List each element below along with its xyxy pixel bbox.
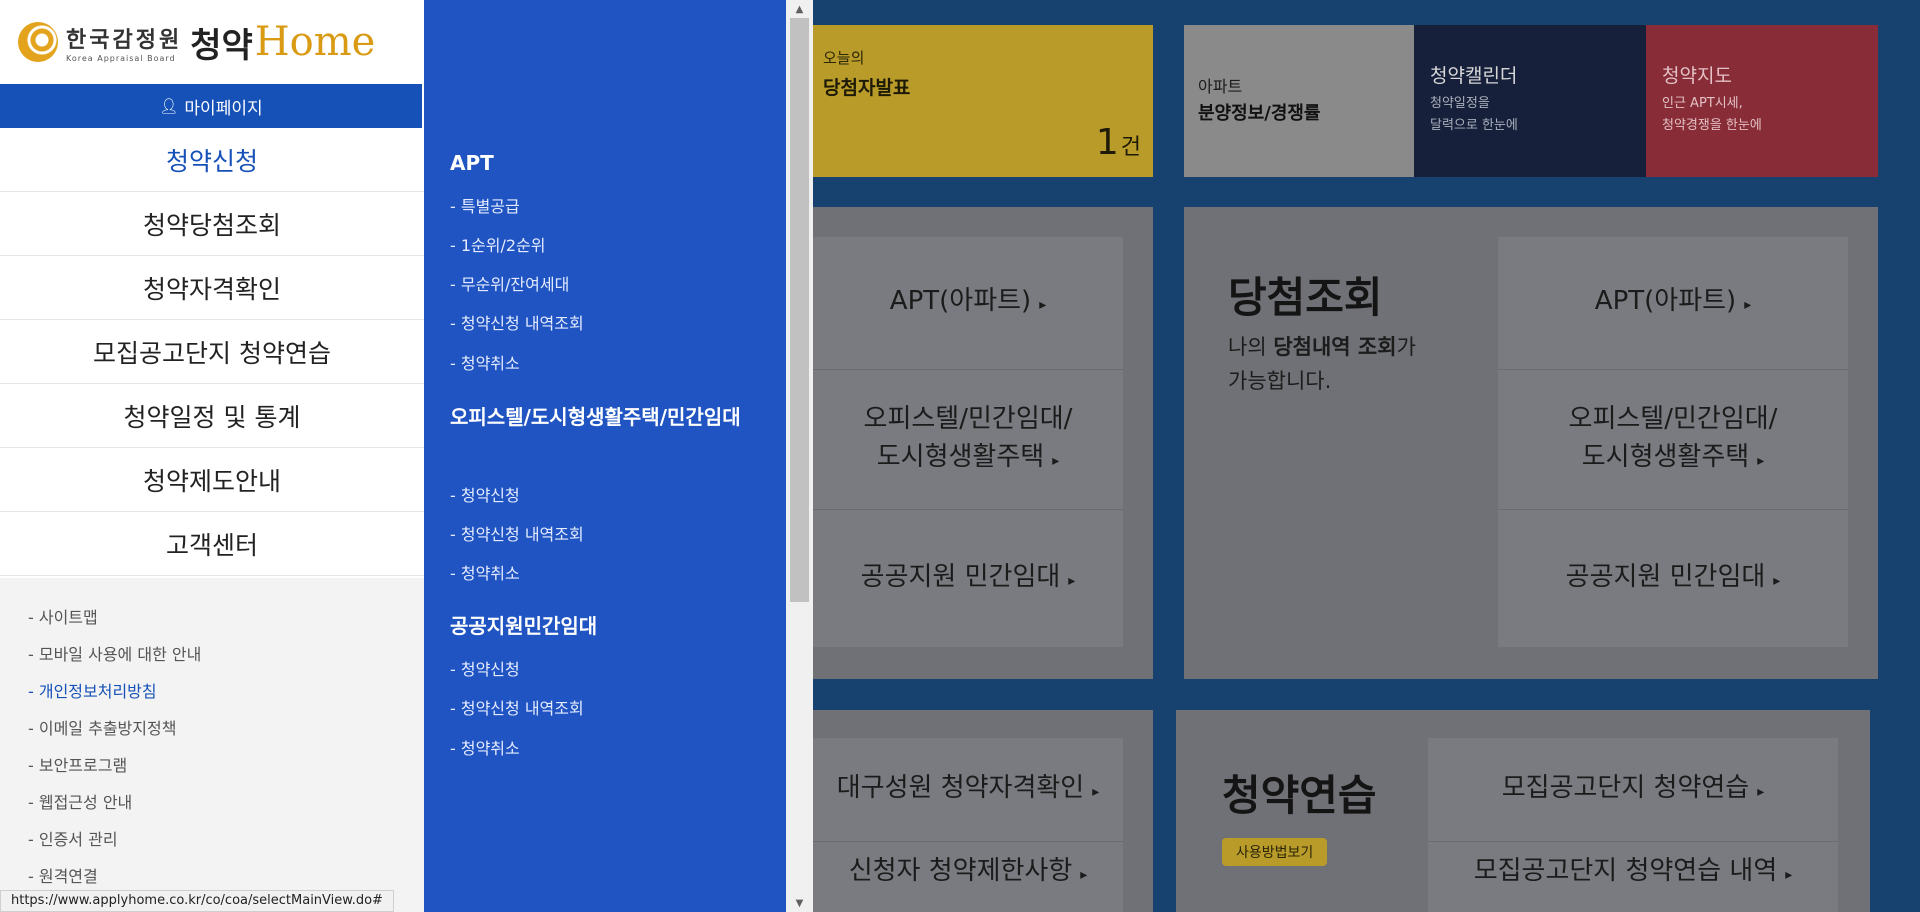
practice-guide-badge[interactable]: 사용방법보기 <box>1222 838 1328 866</box>
vertical-scrollbar[interactable]: ▲ ▼ <box>786 0 813 912</box>
arrow-icon: ▸ <box>1757 783 1765 800</box>
submenu-public-apply[interactable]: - 청약신청 <box>450 656 520 680</box>
status-url: https://www.applyhome.co.kr/co/coa/selec… <box>0 890 394 912</box>
submenu-officetel-history[interactable]: - 청약신청 내역조회 <box>450 521 584 545</box>
nav-item-customer-center[interactable]: 고객센터 <box>0 512 424 576</box>
practice-row-history[interactable]: 모집공고단지 청약연습 내역 ▸ <box>1428 842 1838 912</box>
win-panel-menu: APT(아파트) ▸ 오피스텔/민간임대/도시형생활주택 ▸ 공공지원 민간임대 ▸ <box>1498 237 1848 647</box>
calendar-big: 청약캘린더 <box>1430 65 1518 87</box>
submenu-apt-special[interactable]: - 특별공급 <box>450 193 520 217</box>
submenu-section-apt: APT <box>450 151 494 175</box>
practice-title: 청약연습 <box>1222 771 1377 820</box>
submenu-apt-unranked[interactable]: - 무순위/잔여세대 <box>450 271 569 295</box>
scroll-down-icon[interactable]: ▼ <box>786 894 813 912</box>
calendar-small: 청약일정을 달력으로 한눈에 <box>1430 96 1518 133</box>
arrow-icon: ▸ <box>1068 572 1076 589</box>
footer-link-accessibility[interactable]: - 웹접근성 안내 <box>0 789 424 826</box>
apt-small: 아파트 <box>1198 77 1243 96</box>
calendar-tile[interactable]: 청약캘린더 청약일정을 달력으로 한눈에 <box>1414 25 1646 177</box>
nav-item-schedule[interactable]: 청약일정 및 통계 <box>0 384 424 448</box>
practice-row-practice[interactable]: 모집공고단지 청약연습 ▸ <box>1428 738 1838 842</box>
apt-info-tile[interactable]: 아파트 분양정보/경쟁률 <box>1184 25 1414 177</box>
win-row-public[interactable]: 공공지원 민간임대 ▸ <box>1498 510 1848 647</box>
arrow-icon: ▸ <box>1080 867 1088 883</box>
submenu-public-cancel[interactable]: - 청약취소 <box>450 735 520 759</box>
qualify-row-restriction[interactable]: 신청자 청약제한사항 ▸ <box>813 842 1123 912</box>
site-logo[interactable]: 한국감정원 Korea Appraisal Board 청약 Home <box>0 0 424 84</box>
today-big: 당첨자발표 <box>823 77 911 99</box>
map-small: 인근 APT시세, 청약경쟁을 한눈에 <box>1662 96 1762 133</box>
kab-emblem-icon <box>18 22 58 62</box>
footer-link-mobile[interactable]: - 모바일 사용에 대한 안내 <box>0 641 424 678</box>
submenu-officetel-apply[interactable]: - 청약신청 <box>450 482 520 506</box>
mypage-button[interactable]: 👤︎ 마이페이지 <box>0 84 422 128</box>
practice-panel-menu: 모집공고단지 청약연습 ▸ 모집공고단지 청약연습 내역 ▸ <box>1428 738 1838 912</box>
footer-link-security[interactable]: - 보안프로그램 <box>0 752 424 789</box>
win-description: 나의 당첨내역 조회가 가능합니다. <box>1228 335 1416 393</box>
menu-row-officetel[interactable]: 오피스텔/민간임대/도시형생활주택 ▸ <box>813 370 1123 510</box>
scrollbar-thumb[interactable] <box>790 18 809 602</box>
submenu-panel: APT - 특별공급 - 1순위/2순위 - 무순위/잔여세대 - 청약신청 내… <box>424 0 786 912</box>
submenu-officetel-cancel[interactable]: - 청약취소 <box>450 560 520 584</box>
nav-item-guide[interactable]: 청약제도안내 <box>0 448 424 512</box>
submenu-section-officetel: 오피스텔/도시형생활주택/민간임대 <box>450 405 741 429</box>
arrow-icon: ▸ <box>1052 452 1060 469</box>
nav-item-apply[interactable]: 청약신청 <box>0 128 424 192</box>
map-tile[interactable]: 청약지도 인근 APT시세, 청약경쟁을 한눈에 <box>1646 25 1878 177</box>
footer-link-email[interactable]: - 이메일 추출방지정책 <box>0 715 424 752</box>
qualify-row-household[interactable]: 대구성원 청약자격확인 ▸ <box>813 738 1123 842</box>
arrow-icon: ▸ <box>1744 297 1752 313</box>
footer-links: - 사이트맵 - 모바일 사용에 대한 안내 - 개인정보처리방침 - 이메일 … <box>0 578 424 912</box>
submenu-apt-rank[interactable]: - 1순위/2순위 <box>450 232 546 256</box>
footer-link-sitemap[interactable]: - 사이트맵 <box>0 604 424 641</box>
map-big: 청약지도 <box>1662 65 1732 87</box>
scroll-up-icon[interactable]: ▲ <box>786 0 813 18</box>
today-small: 오늘의 <box>823 49 865 67</box>
submenu-section-public: 공공지원민간임대 <box>450 614 598 638</box>
nav-item-win-check[interactable]: 청약당첨조회 <box>0 192 424 256</box>
submenu-apt-history[interactable]: - 청약신청 내역조회 <box>450 310 584 334</box>
apt-big: 분양정보/경쟁률 <box>1198 103 1321 124</box>
submenu-apt-cancel[interactable]: - 청약취소 <box>450 350 520 374</box>
today-winners-tile[interactable]: 오늘의 당첨자발표 1건 <box>813 25 1153 177</box>
nav-item-qualification[interactable]: 청약자격확인 <box>0 256 424 320</box>
logo-chungyak: 청약 <box>190 25 253 66</box>
menu-row-apt[interactable]: APT(아파트) ▸ <box>813 237 1123 370</box>
footer-link-privacy[interactable]: - 개인정보처리방침 <box>0 678 424 715</box>
arrow-icon: ▸ <box>1773 572 1781 589</box>
submenu-public-history[interactable]: - 청약신청 내역조회 <box>450 695 584 719</box>
arrow-icon: ▸ <box>1757 452 1765 469</box>
win-row-officetel[interactable]: 오피스텔/민간임대/도시형생활주택 ▸ <box>1498 370 1848 510</box>
win-title: 당첨조회 <box>1228 273 1383 322</box>
mypage-label: 마이페이지 <box>184 98 263 119</box>
apply-panel-menu: APT(아파트) ▸ 오피스텔/민간임대/도시형생활주택 ▸ 공공지원 민간임대 ▸ <box>813 237 1123 647</box>
left-nav-drawer: 한국감정원 Korea Appraisal Board 청약 Home 👤︎ 마… <box>0 0 424 912</box>
win-row-apt[interactable]: APT(아파트) ▸ <box>1498 237 1848 370</box>
main-nav: 청약신청 청약당첨조회 청약자격확인 모집공고단지 청약연습 청약일정 및 통계… <box>0 128 424 576</box>
person-icon: 👤︎ <box>159 97 179 115</box>
arrow-icon: ▸ <box>1785 867 1793 883</box>
qualify-panel-menu: 대구성원 청약자격확인 ▸ 신청자 청약제한사항 ▸ <box>813 738 1123 912</box>
footer-link-certificate[interactable]: - 인증서 관리 <box>0 826 424 863</box>
logo-kab-text: 한국감정원 Korea Appraisal Board <box>66 27 183 63</box>
nav-item-practice[interactable]: 모집공고단지 청약연습 <box>0 320 424 384</box>
menu-row-public[interactable]: 공공지원 민간임대 ▸ <box>813 510 1123 647</box>
arrow-icon: ▸ <box>1092 783 1100 800</box>
arrow-icon: ▸ <box>1039 297 1047 313</box>
logo-home: Home <box>254 19 376 65</box>
today-count: 1건 <box>1095 122 1141 163</box>
